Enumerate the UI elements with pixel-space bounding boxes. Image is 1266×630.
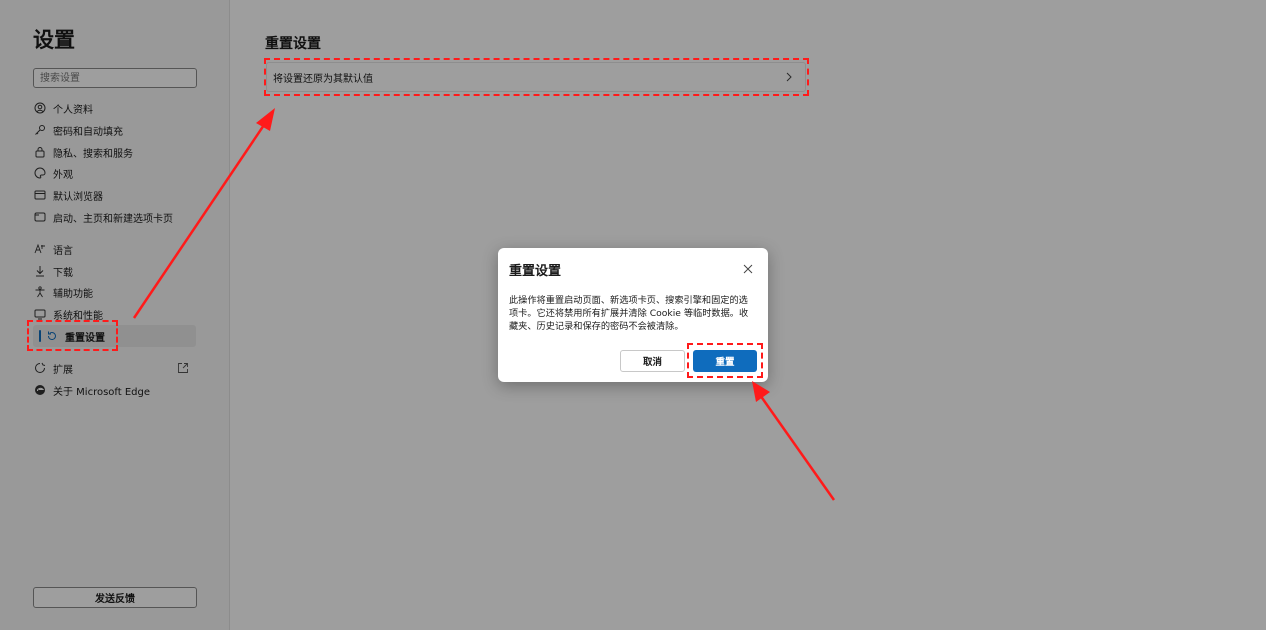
dialog-message: 此操作将重置启动页面、新选项卡页、搜索引擎和固定的选 项卡。它还将禁用所有扩展并… — [509, 294, 759, 333]
annotation-highlight-restore-row — [264, 58, 809, 96]
cancel-button[interactable]: 取消 — [620, 350, 685, 372]
dialog-message-line: 藏夹、历史记录和保存的密码不会被清除。 — [509, 321, 684, 332]
dialog-message-line: 项卡。它还将禁用所有扩展并清除 Cookie 等临时数据。收 — [509, 308, 749, 319]
annotation-highlight-reset-button — [687, 343, 763, 378]
dialog-message-line: 此操作将重置启动页面、新选项卡页、搜索引擎和固定的选 — [509, 295, 748, 306]
dialog-title: 重置设置 — [509, 264, 562, 279]
annotation-highlight-sidebar — [27, 320, 118, 351]
close-icon[interactable] — [742, 263, 754, 275]
